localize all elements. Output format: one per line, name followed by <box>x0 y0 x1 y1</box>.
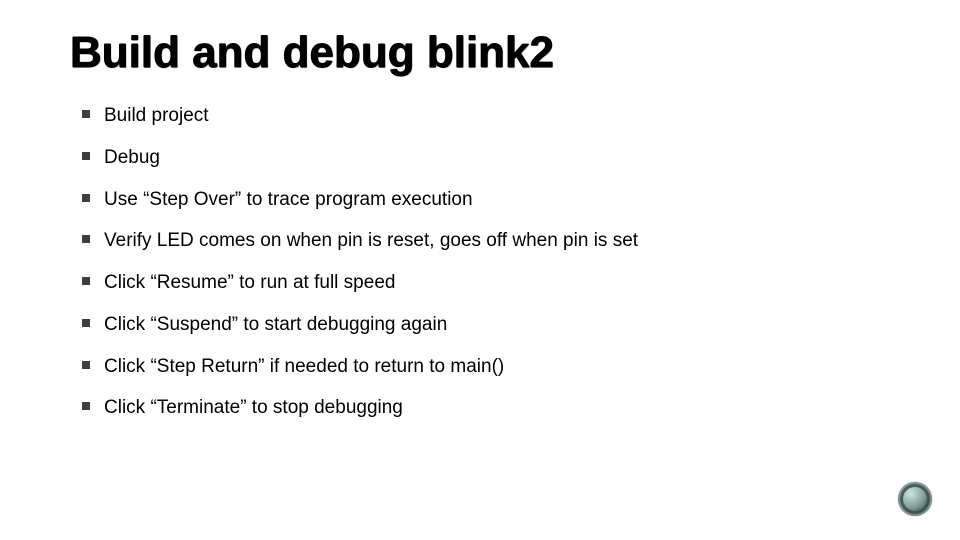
list-item: Build project <box>88 104 900 128</box>
list-item: Click “Terminate” to stop debugging <box>88 396 900 420</box>
bullet-list: Build project Debug Use “Step Over” to t… <box>70 104 900 420</box>
list-item: Click “Suspend” to start debugging again <box>88 313 900 337</box>
list-item: Click “Step Return” if needed to return … <box>88 355 900 379</box>
list-item: Click “Resume” to run at full speed <box>88 271 900 295</box>
slide-title: Build and debug blink2 <box>70 30 900 76</box>
slide: Build and debug blink2 Build project Deb… <box>0 0 960 540</box>
list-item: Verify LED comes on when pin is reset, g… <box>88 229 900 253</box>
list-item: Debug <box>88 146 900 170</box>
decorative-badge-icon <box>898 482 932 516</box>
list-item: Use “Step Over” to trace program executi… <box>88 188 900 212</box>
